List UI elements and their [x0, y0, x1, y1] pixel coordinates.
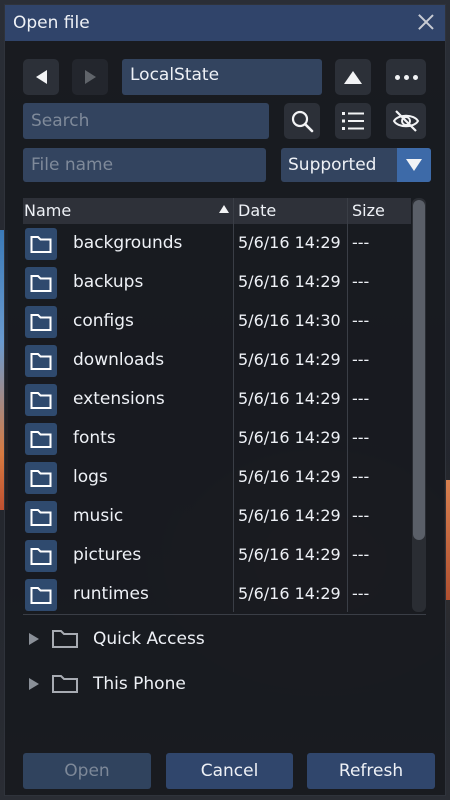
file-size: --- — [352, 545, 370, 564]
eye-slash-icon — [392, 110, 420, 132]
column-header-name[interactable]: Name — [24, 201, 71, 220]
folder-icon — [25, 228, 57, 260]
file-list-table: Name Date Size backgrounds 5/6/16 14:29 --… — [23, 198, 411, 612]
file-size: --- — [352, 584, 370, 603]
file-date: 5/6/16 14:29 — [238, 233, 341, 252]
folder-icon — [25, 345, 57, 377]
file-name: logs — [73, 467, 108, 487]
open-file-dialog: Open file LocalState Supported Name Date… — [4, 4, 446, 796]
file-date: 5/6/16 14:29 — [238, 272, 341, 291]
folder-icon — [25, 579, 57, 611]
file-size: --- — [352, 389, 370, 408]
arrow-left-icon — [35, 70, 47, 84]
file-rows: backgrounds 5/6/16 14:29 --- backups 5/6/16 … — [23, 224, 411, 612]
expand-arrow-icon[interactable] — [29, 633, 39, 645]
file-date: 5/6/16 14:29 — [238, 389, 341, 408]
place-label: Quick Access — [93, 629, 205, 649]
search-input[interactable] — [23, 103, 269, 139]
refresh-button[interactable]: Refresh — [307, 753, 435, 789]
file-date: 5/6/16 14:30 — [238, 311, 341, 330]
file-size: --- — [352, 350, 370, 369]
file-type-filter-select[interactable]: Supported — [281, 148, 431, 182]
file-name: backups — [73, 272, 144, 292]
file-name: configs — [73, 311, 134, 331]
folder-icon — [25, 423, 57, 455]
cancel-button[interactable]: Cancel — [166, 753, 293, 789]
list-view-icon — [342, 112, 364, 130]
search-button[interactable] — [284, 103, 320, 139]
place-quick-access[interactable]: Quick Access — [23, 621, 423, 657]
chevron-down-icon — [406, 159, 422, 171]
column-header-date[interactable]: Date — [238, 201, 276, 220]
table-row[interactable]: configs 5/6/16 14:30 --- — [23, 302, 411, 341]
folder-icon — [25, 306, 57, 338]
dropdown-button[interactable] — [397, 148, 431, 182]
table-row[interactable]: fonts 5/6/16 14:29 --- — [23, 419, 411, 458]
file-date: 5/6/16 14:29 — [238, 350, 341, 369]
folder-icon — [25, 462, 57, 494]
table-row[interactable]: backgrounds 5/6/16 14:29 --- — [23, 224, 411, 263]
folder-icon — [25, 267, 57, 299]
file-date: 5/6/16 14:29 — [238, 467, 341, 486]
table-row[interactable]: runtimes 5/6/16 14:29 --- — [23, 575, 411, 612]
file-name: downloads — [73, 350, 165, 370]
open-button[interactable]: Open — [23, 753, 151, 789]
table-row[interactable]: backups 5/6/16 14:29 --- — [23, 263, 411, 302]
table-row[interactable]: downloads 5/6/16 14:29 --- — [23, 341, 411, 380]
file-name: pictures — [73, 545, 142, 565]
file-size: --- — [352, 272, 370, 291]
folder-icon — [25, 384, 57, 416]
file-name: extensions — [73, 389, 165, 409]
list-view-button[interactable] — [335, 103, 371, 139]
folder-icon — [52, 675, 78, 693]
back-button[interactable] — [23, 59, 59, 95]
arrow-up-icon — [344, 70, 362, 84]
expand-arrow-icon[interactable] — [29, 678, 39, 690]
more-options-button[interactable] — [386, 59, 426, 95]
place-label: This Phone — [93, 674, 186, 694]
table-row[interactable]: pictures 5/6/16 14:29 --- — [23, 536, 411, 575]
file-name: fonts — [73, 428, 116, 448]
sort-ascending-icon — [219, 205, 229, 213]
arrow-right-icon — [84, 70, 96, 84]
folder-icon — [25, 540, 57, 572]
dialog-title: Open file — [13, 13, 90, 33]
column-header-size[interactable]: Size — [352, 201, 385, 220]
current-path-field[interactable]: LocalState — [122, 59, 322, 95]
search-icon — [291, 110, 314, 133]
table-header: Name Date Size — [23, 198, 411, 224]
file-name: runtimes — [73, 584, 149, 604]
table-row[interactable]: extensions 5/6/16 14:29 --- — [23, 380, 411, 419]
file-date: 5/6/16 14:29 — [238, 584, 341, 603]
forward-button[interactable] — [72, 59, 108, 95]
file-date: 5/6/16 14:29 — [238, 545, 341, 564]
place-this-phone[interactable]: This Phone — [23, 666, 423, 702]
file-size: --- — [352, 311, 370, 330]
scrollbar-thumb[interactable] — [413, 200, 425, 540]
divider — [23, 614, 426, 615]
folder-icon — [52, 630, 78, 648]
scrollbar[interactable] — [412, 198, 426, 612]
file-size: --- — [352, 428, 370, 447]
parent-directory-button[interactable] — [335, 59, 371, 95]
file-name-input[interactable] — [23, 148, 266, 182]
table-row[interactable]: music 5/6/16 14:29 --- — [23, 497, 411, 536]
file-size: --- — [352, 233, 370, 252]
table-row[interactable]: logs 5/6/16 14:29 --- — [23, 458, 411, 497]
file-date: 5/6/16 14:29 — [238, 506, 341, 525]
dialog-titlebar: Open file — [5, 5, 445, 41]
file-size: --- — [352, 467, 370, 486]
toggle-hidden-files-button[interactable] — [386, 103, 426, 139]
file-size: --- — [352, 506, 370, 525]
file-name: music — [73, 506, 124, 526]
file-type-filter-value: Supported — [288, 155, 377, 175]
close-icon[interactable] — [415, 11, 437, 33]
ellipsis-icon — [394, 74, 418, 80]
folder-icon — [25, 501, 57, 533]
file-name: backgrounds — [73, 233, 183, 253]
file-date: 5/6/16 14:29 — [238, 428, 341, 447]
